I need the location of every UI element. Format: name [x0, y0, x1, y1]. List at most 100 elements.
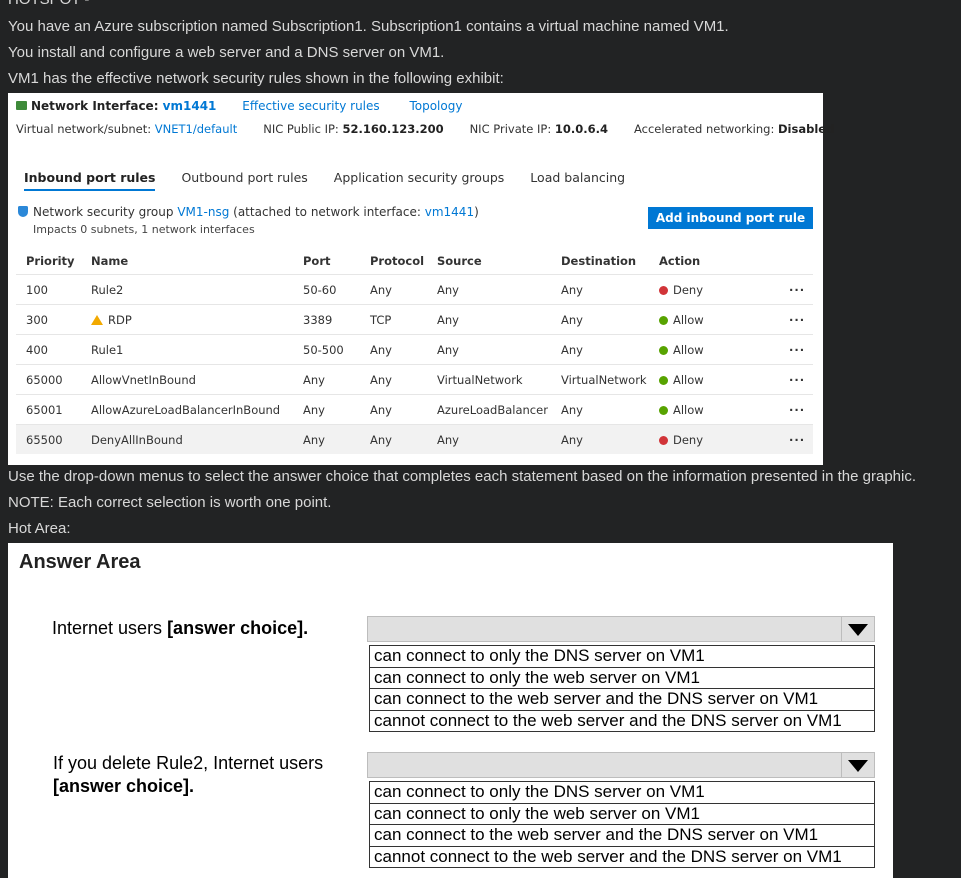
instruction-line-2: NOTE: Each correct selection is worth on… [8, 494, 332, 511]
more-options-button[interactable]: ··· [779, 274, 813, 305]
nsg-link[interactable]: VM1-nsg [177, 205, 229, 219]
tab-inbound-port-rules[interactable]: Inbound port rules [24, 170, 156, 191]
dropdown-2-option[interactable]: can connect to the web server and the DN… [370, 825, 874, 847]
answer-dropdown-1[interactable] [367, 616, 875, 642]
more-options-button[interactable]: ··· [779, 424, 813, 454]
rule-action: Deny [649, 274, 779, 305]
rule-action: Allow [649, 394, 779, 425]
question-heading: HOTSPOT - [8, 0, 89, 8]
col-more [779, 248, 813, 275]
rule-name: Rule2 [81, 274, 293, 305]
rule-protocol: TCP [360, 304, 427, 335]
rule-priority: 300 [16, 304, 81, 335]
rule-protocol: Any [360, 424, 427, 454]
public-ip-value: 52.160.123.200 [342, 122, 444, 136]
statement-1: Internet users [answer choice]. [52, 618, 309, 638]
question-line-2: You install and configure a web server a… [8, 44, 445, 61]
col-port[interactable]: Port [293, 248, 360, 275]
rule-priority: 65500 [16, 424, 81, 454]
rules-table: Priority Name Port Protocol Source Desti… [16, 248, 813, 454]
more-options-button[interactable]: ··· [779, 364, 813, 395]
dropdown-1-option[interactable]: can connect to only the DNS server on VM… [370, 646, 874, 668]
more-options-button[interactable]: ··· [779, 304, 813, 335]
rule-name: RDP [81, 304, 293, 335]
col-source[interactable]: Source [427, 248, 551, 275]
rule-priority: 100 [16, 274, 81, 305]
rule-destination: Any [551, 274, 649, 305]
effective-security-rules-link[interactable]: Effective security rules [242, 99, 379, 113]
add-inbound-port-rule-button[interactable]: Add inbound port rule [648, 207, 813, 229]
exhibit-header: Network Interface: vm1441 Effective secu… [16, 99, 462, 113]
rule-destination: Any [551, 304, 649, 335]
rule-destination: VirtualNetwork [551, 364, 649, 395]
col-priority[interactable]: Priority [16, 248, 81, 275]
nic-info: Virtual network/subnet: VNET1/default NIC… [16, 122, 835, 136]
rule-name: Rule1 [81, 334, 293, 365]
more-options-button[interactable]: ··· [779, 394, 813, 425]
network-interface-icon [16, 101, 27, 110]
rule-source: VirtualNetwork [427, 364, 551, 395]
chevron-down-icon [848, 624, 868, 636]
question-line-1: You have an Azure subscription named Sub… [8, 18, 729, 35]
vnet-subnet-link[interactable]: VNET1/default [155, 122, 237, 136]
deny-icon [659, 285, 668, 295]
answer-area: Answer Area Internet users [answer choic… [8, 543, 893, 878]
col-name[interactable]: Name [81, 248, 293, 275]
rule-tabs: Inbound port rules Outbound port rules A… [24, 170, 647, 191]
rule-priority: 65001 [16, 394, 81, 425]
table-row[interactable]: 65000 AllowVnetInBound Any Any VirtualNe… [16, 364, 813, 395]
rule-destination: Any [551, 424, 649, 454]
tab-application-security-groups[interactable]: Application security groups [334, 170, 505, 189]
table-row[interactable]: 65500 DenyAllInBound Any Any Any Any Den… [16, 424, 813, 454]
rule-action: Allow [649, 334, 779, 365]
allow-icon [659, 315, 668, 325]
col-action[interactable]: Action [649, 248, 779, 275]
rule-destination: Any [551, 394, 649, 425]
rule-priority: 65000 [16, 364, 81, 395]
rule-source: AzureLoadBalancer [427, 394, 551, 425]
rule-name: DenyAllInBound [81, 424, 293, 454]
dropdown-2-option[interactable]: can connect to only the DNS server on VM… [370, 782, 874, 804]
rule-name: AllowVnetInBound [81, 364, 293, 395]
allow-icon [659, 405, 668, 415]
allow-icon [659, 345, 668, 355]
instruction-line-3: Hot Area: [8, 520, 71, 537]
nsg-impacts: Impacts 0 subnets, 1 network interfaces [33, 223, 255, 236]
topology-link[interactable]: Topology [409, 99, 462, 113]
answer-dropdown-2[interactable] [367, 752, 875, 778]
table-row[interactable]: 65001 AllowAzureLoadBalancerInBound Any … [16, 394, 813, 425]
rule-port: Any [293, 364, 360, 395]
rule-destination: Any [551, 334, 649, 365]
table-row[interactable]: 100 Rule2 50-60 Any Any Any Deny ··· [16, 274, 813, 305]
shield-icon [18, 206, 28, 217]
col-protocol[interactable]: Protocol [360, 248, 427, 275]
dropdown-1-option[interactable]: can connect to the web server and the DN… [370, 689, 874, 711]
warning-icon [91, 314, 103, 325]
private-ip-value: 10.0.6.4 [554, 122, 608, 136]
rule-action: Deny [649, 424, 779, 454]
rule-port: Any [293, 424, 360, 454]
rule-action: Allow [649, 364, 779, 395]
rule-protocol: Any [360, 334, 427, 365]
rule-protocol: Any [360, 274, 427, 305]
rule-port: 3389 [293, 304, 360, 335]
table-row[interactable]: 400 Rule1 50-500 Any Any Any Allow ··· [16, 334, 813, 365]
dropdown-2-option[interactable]: cannot connect to the web server and the… [370, 847, 874, 868]
dropdown-2-option[interactable]: can connect to only the web server on VM… [370, 804, 874, 825]
more-options-button[interactable]: ··· [779, 334, 813, 365]
rule-source: Any [427, 334, 551, 365]
tab-load-balancing[interactable]: Load balancing [530, 170, 625, 189]
nsg-nic-link[interactable]: vm1441 [425, 205, 474, 219]
dropdown-1-option[interactable]: cannot connect to the web server and the… [370, 711, 874, 732]
answer-area-title: Answer Area [19, 551, 141, 573]
allow-icon [659, 375, 668, 385]
col-destination[interactable]: Destination [551, 248, 649, 275]
rule-port: Any [293, 394, 360, 425]
rule-protocol: Any [360, 394, 427, 425]
table-row[interactable]: 300 RDP 3389 TCP Any Any Allow ··· [16, 304, 813, 335]
rule-protocol: Any [360, 364, 427, 395]
dropdown-1-option[interactable]: can connect to only the web server on VM… [370, 668, 874, 689]
exhibit-panel: Network Interface: vm1441 Effective secu… [8, 93, 834, 465]
tab-outbound-port-rules[interactable]: Outbound port rules [181, 170, 307, 189]
nsg-info: Network security group VM1-nsg (attached… [18, 205, 479, 219]
